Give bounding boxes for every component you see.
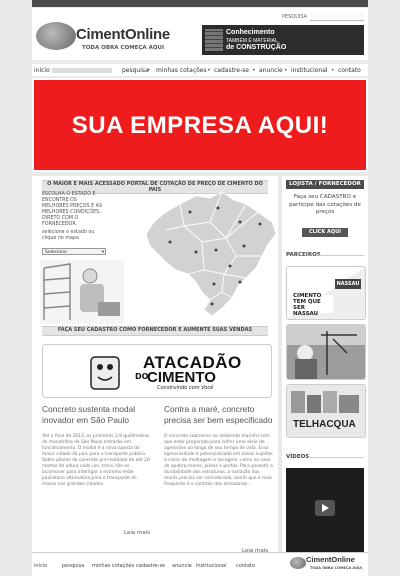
article-2-body: O concreto submerso no ambiente marinho …: [164, 434, 273, 487]
nav-separator: •: [284, 67, 288, 74]
atacadao-tagline: Construindo com Você: [157, 385, 214, 391]
nav-item-anuncie[interactable]: anuncie: [259, 67, 283, 74]
play-icon[interactable]: [315, 500, 335, 516]
footer-item-inicio[interactable]: início: [34, 563, 47, 569]
nav-separator: •: [207, 67, 211, 74]
ad-background: SUA EMPRESA AQUI!: [34, 80, 366, 170]
partner-construction-photo[interactable]: [286, 324, 366, 380]
footer: início pesquisa minhas cotações cadastre…: [32, 552, 368, 576]
lojista-tab[interactable]: LOJISTA / FORNECEDOR: [286, 180, 364, 189]
parceiros-title: PARCEIROS: [286, 252, 321, 258]
article-2-title[interactable]: Contra a maré, concreto precisa ser bem …: [164, 404, 274, 426]
nav-separator: •: [252, 67, 256, 74]
nassau-brand: NASSAU: [335, 279, 361, 289]
footer-logo-name: CimentOnline: [306, 555, 355, 564]
search-input[interactable]: [310, 12, 364, 21]
map-state-marker: [242, 244, 246, 248]
main-content: O MAIOR E MAIS ACESSADO PORTAL DE COTAÇÃ…: [32, 176, 278, 568]
state-select-value: Selecione: [45, 250, 67, 255]
bricks: [98, 302, 120, 316]
map-state-marker: [210, 302, 214, 306]
lojista-text: Faça seu CADASTRO e participe das cotaçõ…: [289, 194, 361, 215]
chevron-down-icon: ▾: [101, 250, 104, 255]
construction-banner[interactable]: Conhecimento TAMBÉM É MATERIAL de CONSTR…: [202, 25, 364, 55]
footer-item-anuncie[interactable]: anuncie: [172, 563, 192, 569]
footer-logo-globe-icon: [290, 557, 306, 569]
parceiros-divider: [318, 255, 364, 256]
page: CimentOnline TODA OBRA COMEÇA AQUI PESQU…: [0, 0, 400, 576]
nassau-slogan: CIMENTO TEM QUE SER NASSAU: [293, 293, 322, 317]
nav-item-cadastre-se[interactable]: cadastre-se: [214, 67, 249, 74]
banner-line3: de CONSTRUÇÃO: [226, 44, 287, 51]
site-logo[interactable]: CimentOnline TODA OBRA COMEÇA AQUI: [36, 20, 186, 60]
construction-worker-image: [40, 260, 124, 324]
state-select-label: selecione o estado ou clique no mapa: [42, 230, 95, 241]
nav-item-institucional[interactable]: institucional: [291, 67, 328, 74]
nav-separator: •: [331, 67, 335, 74]
footer-logo-tagline: TODA OBRA COMEÇA AQUI: [310, 566, 363, 570]
logo-tagline: TODA OBRA COMEÇA AQUI: [82, 45, 165, 51]
nav-item-inicio[interactable]: início: [34, 67, 50, 74]
map-state-marker: [212, 282, 216, 286]
article-2: Contra a maré, concreto precisa ser bem …: [164, 404, 274, 488]
bricks-icon: [205, 29, 223, 51]
top-strip: [32, 0, 368, 7]
atacadao-line2: CIMENTO: [147, 369, 216, 386]
helmet: [82, 268, 98, 284]
logo-name: CimentOnline: [76, 26, 170, 43]
partner-telhacqua[interactable]: TELHACQUA: [286, 384, 366, 438]
brazil-map[interactable]: [140, 182, 282, 322]
click-here-button[interactable]: CLICK AQUI: [302, 228, 348, 237]
article-1-read-more[interactable]: Leia mais: [124, 530, 150, 536]
map-state-marker: [238, 280, 242, 284]
state-select[interactable]: Selecione ▾: [42, 248, 106, 255]
telhacqua-brand: TELHACQUA: [293, 419, 356, 430]
logo-globe-icon: [36, 22, 76, 50]
footer-item-cadastre-se[interactable]: cadastre-se: [136, 563, 165, 569]
brazil-map-shape: [145, 191, 277, 317]
footer-item-pesquisa[interactable]: pesquisa: [62, 563, 84, 569]
cadastro-title[interactable]: FAÇA SEU CADASTRO COMO FORNECEDOR E AUME…: [42, 326, 268, 336]
nav-item-minhas-cotacoes[interactable]: minhas cotações: [156, 67, 207, 74]
ad-text: SUA EMPRESA AQUI!: [71, 112, 329, 139]
article-1: Concreto sustenta modal inovador em São …: [42, 404, 152, 488]
cement-mascot-icon: [90, 356, 120, 390]
article-1-body: Até o final de 2013, os primeiros 2,9 qu…: [42, 434, 150, 487]
map-state-marker: [216, 206, 220, 210]
nav-item-pesquisa[interactable]: pesquisa: [122, 67, 149, 74]
banner-line1: Conhecimento: [226, 29, 275, 36]
map-state-marker: [168, 240, 172, 244]
footer-item-minhas-cotacoes[interactable]: minhas cotações: [92, 563, 134, 569]
map-state-marker: [194, 250, 198, 254]
header: CimentOnline TODA OBRA COMEÇA AQUI PESQU…: [32, 8, 368, 60]
nav-spacer: [52, 68, 112, 73]
main-nav: início pesquisa • minhas cotações • cada…: [32, 64, 368, 76]
map-state-marker: [188, 210, 192, 214]
construction-photo-icon: [287, 325, 365, 379]
atacadao-banner[interactable]: ATACADÃO DO CIMENTO Construindo com Você: [42, 344, 272, 398]
videos-divider: [308, 457, 364, 458]
videos-title: VÍDEOS: [286, 454, 310, 460]
map-state-marker: [228, 264, 232, 268]
partner-nassau[interactable]: CIMENTO TEM QUE SER NASSAU NASSAU: [286, 266, 366, 320]
footer-item-contato[interactable]: contato: [236, 563, 255, 569]
map-state-marker: [258, 222, 262, 226]
nav-item-contato[interactable]: contato: [338, 67, 361, 74]
map-state-marker: [238, 220, 242, 224]
footer-logo[interactable]: CimentOnline TODA OBRA COMEÇA AQUI: [290, 553, 370, 575]
search-label: PESQUISA: [282, 14, 308, 20]
footer-item-institucional[interactable]: institucional: [196, 563, 226, 569]
ad-banner[interactable]: SUA EMPRESA AQUI!: [32, 78, 368, 172]
sidebar: LOJISTA / FORNECEDOR Faça seu CADASTRO e…: [282, 176, 368, 568]
nav-separator: •: [147, 67, 151, 74]
map-intro: ESCOLHA O ESTADO E ENCONTRE OS MELHORES …: [42, 192, 102, 227]
video-player[interactable]: [286, 468, 364, 560]
map-state-marker: [214, 248, 218, 252]
article-1-title[interactable]: Concreto sustenta modal inovador em São …: [42, 404, 152, 426]
